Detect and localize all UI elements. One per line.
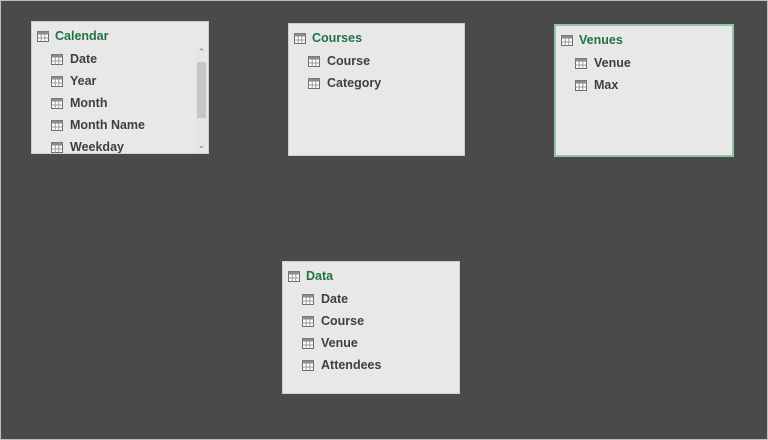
field-row[interactable]: Course [283, 310, 459, 332]
field-icon [302, 315, 314, 327]
field-list: Venue Max [556, 52, 732, 96]
table-header-courses[interactable]: Courses [289, 26, 464, 50]
field-row[interactable]: Category [289, 72, 464, 94]
chevron-down-icon[interactable]: ⌄ [195, 139, 208, 153]
table-icon [288, 270, 300, 282]
table-icon [561, 34, 573, 46]
table-title: Courses [312, 31, 363, 45]
table-header-data[interactable]: Data [283, 264, 459, 288]
vertical-scrollbar[interactable]: ⌃ ⌄ [195, 46, 208, 153]
table-title: Data [306, 269, 334, 283]
field-label: Course [327, 54, 371, 68]
field-label: Attendees [321, 358, 382, 372]
field-list: Date Course Venue Attendees [283, 288, 459, 376]
chevron-up-icon[interactable]: ⌃ [195, 46, 208, 60]
field-icon [51, 75, 63, 87]
table-title: Venues [579, 33, 623, 47]
table-title: Calendar [55, 29, 109, 43]
table-icon [37, 30, 49, 42]
scrollbar-thumb[interactable] [197, 62, 206, 118]
field-row[interactable]: Max [556, 74, 732, 96]
table-icon [294, 32, 306, 44]
field-label: Max [594, 78, 619, 92]
field-icon [51, 53, 63, 65]
table-header-calendar[interactable]: Calendar [32, 24, 208, 48]
field-label: Course [321, 314, 365, 328]
field-icon [302, 359, 314, 371]
field-label: Category [327, 76, 382, 90]
table-header-venues[interactable]: Venues [556, 28, 732, 52]
field-row[interactable]: Date [283, 288, 459, 310]
field-label: Weekday [70, 140, 124, 154]
table-card-calendar[interactable]: Calendar Date Year Month Month Name Week… [31, 21, 209, 154]
field-label: Month Name [70, 118, 145, 132]
field-icon [302, 293, 314, 305]
field-row[interactable]: Venue [556, 52, 732, 74]
field-list: Date Year Month Month Name Weekday [32, 48, 208, 154]
field-icon [308, 55, 320, 67]
field-icon [51, 141, 63, 153]
table-card-venues[interactable]: Venues Venue Max [554, 24, 734, 157]
field-icon [575, 79, 587, 91]
field-icon [51, 119, 63, 131]
diagram-canvas[interactable]: Calendar Date Year Month Month Name Week… [0, 0, 768, 440]
field-row[interactable]: Year [32, 70, 208, 92]
field-label: Date [321, 292, 349, 306]
field-row[interactable]: Date [32, 48, 208, 70]
field-row[interactable]: Attendees [283, 354, 459, 376]
field-list: Course Category [289, 50, 464, 94]
field-row[interactable]: Course [289, 50, 464, 72]
field-icon [302, 337, 314, 349]
field-label: Venue [594, 56, 631, 70]
table-card-courses[interactable]: Courses Course Category [288, 23, 465, 156]
field-icon [51, 97, 63, 109]
table-card-data[interactable]: Data Date Course Venue Attendees [282, 261, 460, 394]
field-label: Month [70, 96, 108, 110]
field-row[interactable]: Month [32, 92, 208, 114]
field-row[interactable]: Venue [283, 332, 459, 354]
field-label: Year [70, 74, 97, 88]
field-icon [308, 77, 320, 89]
field-row[interactable]: Month Name [32, 114, 208, 136]
field-label: Date [70, 52, 98, 66]
field-row[interactable]: Weekday [32, 136, 208, 154]
field-icon [575, 57, 587, 69]
field-label: Venue [321, 336, 358, 350]
